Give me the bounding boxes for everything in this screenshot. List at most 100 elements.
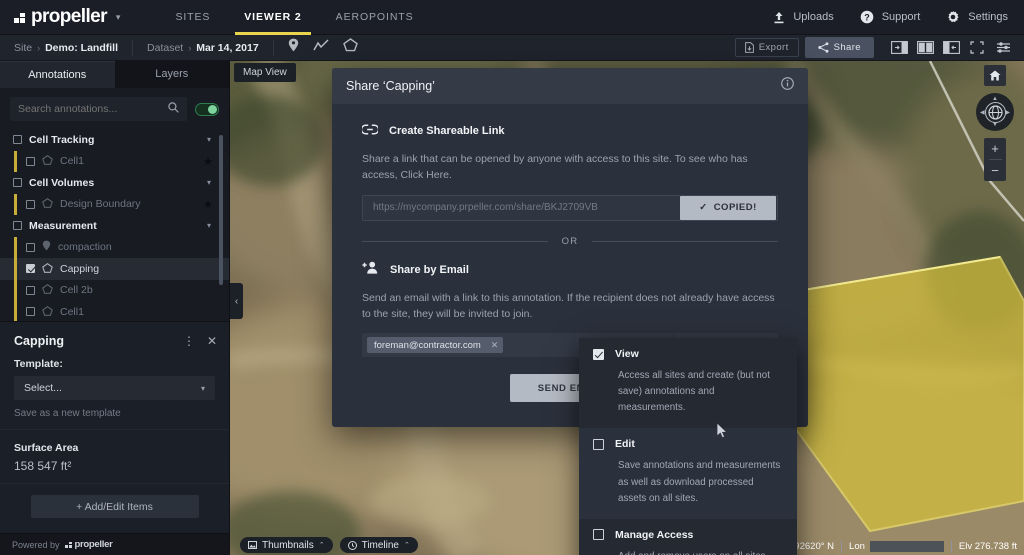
pan-up-icon[interactable]: ▲ [992, 96, 998, 102]
split-view-icon[interactable] [914, 39, 936, 57]
nav-tab-sites[interactable]: SITES [158, 0, 227, 35]
timeline-chip[interactable]: Timeline ⌃ [340, 537, 418, 553]
marker-pin-icon [42, 238, 51, 256]
template-label: Template: [14, 358, 215, 370]
annotation-item-design-boundary[interactable]: Design Boundary ★ [0, 194, 229, 216]
recipient-chip[interactable]: foreman@contractor.com ✕ [367, 337, 503, 353]
annotation-group-cell-volumes[interactable]: Cell Volumes ▾ [0, 172, 229, 194]
brand-logo[interactable]: propeller ▾ [14, 6, 120, 28]
support-button[interactable]: ? Support [860, 10, 921, 24]
panel-right-icon[interactable] [888, 39, 910, 57]
role-option-description: Save annotations and measurements as wel… [593, 458, 783, 506]
star-icon[interactable]: ★ [203, 198, 213, 211]
item-checkbox[interactable] [26, 243, 35, 252]
item-checkbox[interactable] [26, 307, 35, 316]
uploads-button[interactable]: Uploads [773, 11, 833, 24]
gear-icon [946, 10, 960, 24]
add-person-icon [362, 261, 379, 279]
sliders-icon[interactable] [992, 39, 1014, 57]
group-checkbox[interactable] [13, 135, 22, 144]
annotation-item-cell1-2[interactable]: Cell1 [0, 301, 229, 321]
star-icon[interactable]: ★ [203, 155, 213, 168]
copied-button[interactable]: ✓ COPIED! [680, 196, 776, 220]
annotation-group-measurement[interactable]: Measurement ▾ [0, 215, 229, 237]
propeller-logo-icon [14, 12, 27, 23]
breadcrumb-dataset[interactable]: Dataset › Mar 14, 2017 [147, 42, 259, 54]
sidebar-scrollbar[interactable] [219, 135, 223, 285]
annotation-group-label: Measurement [29, 220, 97, 232]
breadcrumb-site[interactable]: Site › Demo: Landfill [14, 42, 118, 54]
polyline-icon[interactable] [313, 39, 329, 57]
role-option-label: Manage Access [615, 529, 693, 541]
annotation-item-compaction[interactable]: compaction [0, 237, 229, 259]
group-checkbox[interactable] [13, 178, 22, 187]
share-button[interactable]: Share [805, 37, 874, 58]
zoom-in-button[interactable]: + [984, 138, 1006, 159]
group-checkbox[interactable] [13, 221, 22, 230]
thumbnails-chip[interactable]: Thumbnails ⌃ [240, 537, 333, 553]
nav-tab-aeropoints[interactable]: AEROPOINTS [319, 0, 431, 35]
role-checkbox[interactable] [593, 439, 604, 450]
chevron-down-icon[interactable]: ▾ [207, 178, 211, 187]
annotation-group-label: Cell Volumes [29, 177, 94, 189]
copied-label: COPIED! [714, 202, 757, 213]
visibility-toggle[interactable] [195, 103, 219, 116]
compass-pad[interactable]: ▲ ▼ ◀ ▶ [976, 93, 1014, 131]
panel-left-icon[interactable] [940, 39, 962, 57]
sidebar-collapse-handle[interactable]: ‹ [230, 283, 243, 319]
map-view-tooltip: Map View [234, 63, 296, 82]
save-template-link[interactable]: Save as a new template [0, 400, 229, 430]
role-checkbox[interactable] [593, 529, 604, 540]
powered-by-label: Powered by [12, 540, 60, 550]
chevron-down-icon[interactable]: ▾ [116, 12, 121, 23]
color-bar [14, 280, 17, 302]
close-icon[interactable]: ✕ [491, 340, 499, 351]
zoom-out-button[interactable]: − [984, 160, 1006, 181]
export-button[interactable]: Export [735, 38, 799, 57]
marker-pin-icon[interactable] [288, 38, 299, 57]
chevron-down-icon[interactable]: ▾ [207, 221, 211, 230]
role-option-label: Edit [615, 438, 635, 450]
annotation-group-cell-tracking[interactable]: Cell Tracking ▾ [0, 129, 229, 151]
kebab-menu-icon[interactable]: ⋮ [183, 334, 195, 348]
annotation-item-label: Cell1 [60, 306, 84, 318]
powered-by-footer: Powered by propeller [0, 533, 229, 555]
compass-globe-icon[interactable] [985, 102, 1006, 123]
role-checkbox[interactable] [593, 349, 604, 360]
role-option-view[interactable]: View Access all sites and create (but no… [579, 338, 797, 428]
pan-left-icon[interactable]: ◀ [980, 109, 985, 116]
template-select[interactable]: Select... ▾ [14, 376, 215, 400]
share-link-input[interactable] [363, 202, 680, 213]
search-icon[interactable] [168, 100, 187, 118]
nav-tab-viewer-2[interactable]: VIEWER 2 [227, 0, 318, 35]
search-input[interactable] [10, 103, 168, 115]
annotation-item-cell1[interactable]: Cell1 ★ [0, 151, 229, 173]
chevron-down-icon[interactable]: ▾ [207, 135, 211, 144]
page-title: Capping [14, 334, 64, 348]
polygon-icon[interactable] [343, 38, 358, 57]
role-option-manage-access[interactable]: Manage Access Add and remove users on al… [579, 519, 797, 555]
close-icon[interactable]: ✕ [207, 334, 217, 348]
annotation-detail-panel: Capping ⋮ ✕ Template: Select... ▾ Save a… [0, 321, 229, 533]
tab-annotations[interactable]: Annotations [0, 61, 115, 88]
tab-layers[interactable]: Layers [115, 61, 230, 88]
annotation-item-capping[interactable]: Capping [0, 258, 229, 280]
item-checkbox[interactable] [26, 286, 35, 295]
fullscreen-icon[interactable] [966, 39, 988, 57]
role-option-edit[interactable]: Edit Save annotations and measurements a… [579, 428, 797, 518]
settings-button[interactable]: Settings [946, 10, 1008, 24]
pan-down-icon[interactable]: ▼ [992, 122, 998, 128]
info-icon[interactable] [781, 77, 794, 95]
add-edit-items-button[interactable]: + Add/Edit Items [31, 495, 199, 518]
annotation-item-label: Design Boundary [60, 198, 141, 210]
sidebar-tabs: Annotations Layers [0, 61, 229, 88]
item-checkbox[interactable] [26, 264, 35, 273]
search-field-wrapper[interactable] [10, 97, 187, 121]
pan-right-icon[interactable]: ▶ [1005, 109, 1010, 116]
item-checkbox[interactable] [26, 200, 35, 209]
item-checkbox[interactable] [26, 157, 35, 166]
home-button[interactable] [984, 65, 1006, 86]
polygon-icon [42, 152, 53, 170]
annotation-item-cell-2b[interactable]: Cell 2b [0, 280, 229, 302]
home-icon [989, 70, 1001, 81]
